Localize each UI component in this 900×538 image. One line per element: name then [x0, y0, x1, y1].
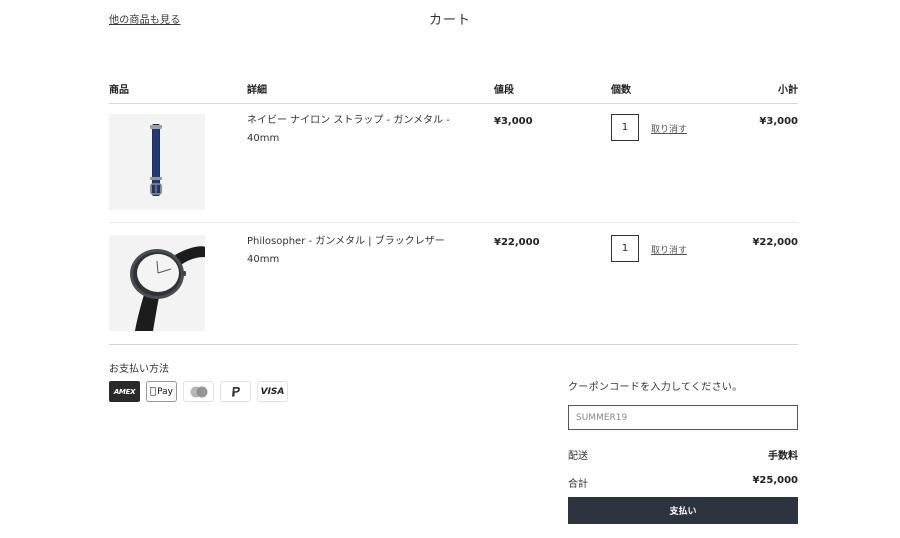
payment-methods-label: お支払い方法 — [109, 364, 169, 375]
cart-item-subtotal: ¥3,000 — [759, 116, 798, 127]
cart-item-name[interactable]: ネイビー ナイロン ストラップ - ガンメタル - 40mm — [247, 115, 450, 144]
shipping-row: 配送 手数料 — [568, 447, 798, 462]
remove-item-link[interactable]: 取り消す — [651, 243, 687, 256]
column-header-quantity: 個数 — [611, 85, 631, 96]
cart-item-subtotal: ¥22,000 — [752, 237, 798, 248]
cart-item-row: ネイビー ナイロン ストラップ - ガンメタル - 40mm ¥3,000 1 … — [109, 104, 798, 223]
column-header-price: 値段 — [494, 85, 514, 96]
cart-table: 商品 詳細 値段 個数 小計 ネイビー ナイロン ストラップ - ガンメタル -… — [109, 78, 798, 345]
cart-item-detail: Philosopher - ガンメタル | ブラックレザー 40mm — [247, 233, 477, 269]
total-label: 合計 — [568, 479, 588, 490]
column-header-detail: 詳細 — [247, 85, 267, 96]
quantity-input[interactable]: 1 — [611, 114, 639, 141]
apple-pay-icon: Pay — [146, 381, 177, 402]
remove-item-link[interactable]: 取り消す — [651, 122, 687, 135]
navy-nylon-strap-image[interactable] — [109, 114, 205, 210]
cart-header-row: 商品 詳細 値段 個数 小計 — [109, 78, 798, 104]
cart-item-size: 40mm — [247, 254, 280, 265]
checkout-button[interactable]: 支払い — [568, 497, 798, 524]
total-row: 合計 ¥25,000 — [568, 475, 798, 490]
quantity-input[interactable]: 1 — [611, 235, 639, 262]
cart-item-name[interactable]: Philosopher - ガンメタル | ブラックレザー — [247, 233, 477, 251]
coupon-code-input[interactable] — [568, 405, 798, 430]
payment-methods: AMEX Pay VISA — [109, 381, 288, 402]
cart-item-detail: ネイビー ナイロン ストラップ - ガンメタル - 40mm — [247, 112, 477, 148]
visa-icon: VISA — [257, 381, 288, 402]
cart-item-price: ¥3,000 — [494, 116, 533, 127]
column-header-subtotal: 小計 — [778, 85, 798, 96]
coupon-label: クーポンコードを入力してください。 — [568, 382, 743, 393]
cart-item-price: ¥22,000 — [494, 237, 540, 248]
cart-item-row: Philosopher - ガンメタル | ブラックレザー 40mm ¥22,0… — [109, 223, 798, 345]
amex-icon: AMEX — [109, 381, 140, 402]
mastercard-icon — [183, 381, 214, 402]
page-title: カート — [428, 13, 471, 28]
philosopher-watch-image[interactable] — [109, 235, 205, 331]
paypal-icon — [220, 381, 251, 402]
total-value: ¥25,000 — [752, 475, 798, 486]
shipping-value: 手数料 — [768, 451, 798, 462]
shipping-label: 配送 — [568, 451, 588, 462]
column-header-product: 商品 — [109, 85, 129, 96]
